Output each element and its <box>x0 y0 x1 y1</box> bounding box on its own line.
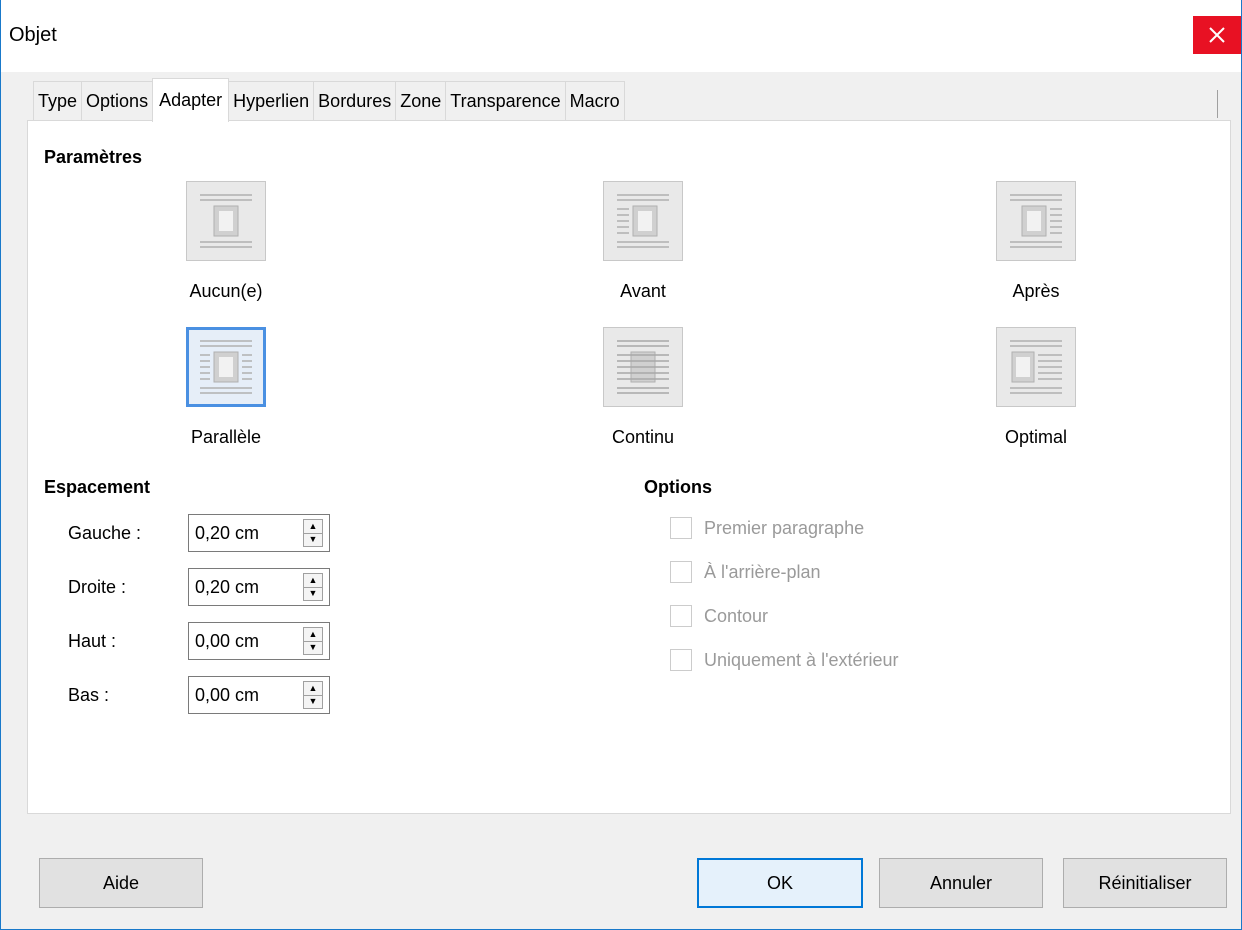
wrap-parallel-button[interactable] <box>186 327 266 407</box>
options-title: Options <box>644 477 712 497</box>
spacing-right-stepper[interactable]: ▲ ▼ <box>303 573 323 601</box>
tab-options[interactable]: Options <box>81 81 154 121</box>
wrap-before[interactable]: Avant <box>543 181 743 302</box>
tab-scroll-handle[interactable] <box>1217 90 1231 118</box>
wrap-parallel-label: Parallèle <box>190 427 262 447</box>
window-title: Objet <box>9 24 57 46</box>
tab-macro[interactable]: Macro <box>564 81 625 121</box>
wrap-optimal-button[interactable] <box>996 327 1076 407</box>
wrap-before-icon <box>617 194 669 248</box>
wrap-none-label: Aucun(e) <box>189 281 263 301</box>
wrap-before-label: Avant <box>620 281 666 301</box>
wrap-optimal[interactable]: Optimal <box>936 327 1136 448</box>
wrap-none-button[interactable] <box>186 181 266 261</box>
spin-down-icon[interactable]: ▼ <box>304 534 322 547</box>
tab-bordures[interactable]: Bordures <box>313 81 397 121</box>
wrap-none-icon <box>200 194 252 248</box>
tab-type[interactable]: Type <box>33 81 83 121</box>
checkbox-background[interactable] <box>670 561 692 583</box>
spacing-right-row: Droite : 0,20 cm ▲ ▼ <box>68 567 330 607</box>
spin-up-icon[interactable]: ▲ <box>304 682 322 696</box>
spin-down-icon[interactable]: ▼ <box>304 696 322 709</box>
spin-down-icon[interactable]: ▼ <box>304 588 322 601</box>
spacing-top-row: Haut : 0,00 cm ▲ ▼ <box>68 621 330 661</box>
wrap-after-label: Après <box>1012 281 1060 301</box>
wrap-none[interactable]: Aucun(e) <box>126 181 326 302</box>
spacing-left-value[interactable]: 0,20 cm <box>195 523 259 544</box>
spacing-right-value[interactable]: 0,20 cm <box>195 577 259 598</box>
option-background[interactable]: À l'arrière-plan <box>670 561 820 583</box>
option-contour-label: Contour <box>704 605 769 626</box>
close-button[interactable] <box>1193 16 1241 54</box>
tab-zone[interactable]: Zone <box>395 81 447 121</box>
option-background-label: À l'arrière-plan <box>704 561 821 582</box>
option-outside-only-label: Uniquement à l'extérieur <box>704 649 899 670</box>
spacing-bottom-value[interactable]: 0,00 cm <box>195 685 259 706</box>
spacing-right-input[interactable]: 0,20 cm ▲ ▼ <box>188 568 330 606</box>
spacing-top-label: Haut : <box>68 630 117 651</box>
spin-up-icon[interactable]: ▲ <box>304 628 322 642</box>
spacing-right-label: Droite : <box>68 576 127 597</box>
spacing-top-input[interactable]: 0,00 cm ▲ ▼ <box>188 622 330 660</box>
option-first-paragraph[interactable]: Premier paragraphe <box>670 517 864 539</box>
spacing-bottom-stepper[interactable]: ▲ ▼ <box>303 681 323 709</box>
ok-button[interactable]: OK <box>697 858 863 908</box>
wrap-optimal-label: Optimal <box>1004 427 1067 447</box>
close-icon <box>1209 27 1225 43</box>
tab-adapter[interactable]: Adapter <box>152 78 230 122</box>
adapter-panel: Paramètres Aucun(e) Avant Après Parallèl… <box>27 120 1231 814</box>
cancel-button[interactable]: Annuler <box>879 858 1043 908</box>
spacing-top-stepper[interactable]: ▲ ▼ <box>303 627 323 655</box>
option-contour[interactable]: Contour <box>670 605 768 627</box>
wrap-through-label: Continu <box>611 427 675 447</box>
wrap-after-icon <box>1010 194 1062 248</box>
wrap-parallel-icon <box>200 340 252 394</box>
option-outside-only[interactable]: Uniquement à l'extérieur <box>670 649 899 671</box>
spacing-left-stepper[interactable]: ▲ ▼ <box>303 519 323 547</box>
spacing-left-label: Gauche : <box>68 522 142 543</box>
wrap-through-icon <box>617 340 669 394</box>
wrap-after[interactable]: Après <box>936 181 1136 302</box>
spacing-left-input[interactable]: 0,20 cm ▲ ▼ <box>188 514 330 552</box>
wrap-through-button[interactable] <box>603 327 683 407</box>
wrap-after-button[interactable] <box>996 181 1076 261</box>
spacing-left-row: Gauche : 0,20 cm ▲ ▼ <box>68 513 330 553</box>
spin-up-icon[interactable]: ▲ <box>304 520 322 534</box>
wrap-optimal-icon <box>1010 340 1062 394</box>
tab-bar: Type Options Adapter Hyperlien Bordures … <box>33 78 625 122</box>
title-bar: Objet <box>1 0 1241 72</box>
checkbox-outside-only[interactable] <box>670 649 692 671</box>
wrap-parallel[interactable]: Parallèle <box>126 327 326 448</box>
spacing-top-value[interactable]: 0,00 cm <box>195 631 259 652</box>
wrap-through[interactable]: Continu <box>543 327 743 448</box>
spacing-bottom-input[interactable]: 0,00 cm ▲ ▼ <box>188 676 330 714</box>
checkbox-contour[interactable] <box>670 605 692 627</box>
wrap-before-button[interactable] <box>603 181 683 261</box>
checkbox-first-paragraph[interactable] <box>670 517 692 539</box>
espacement-title: Espacement <box>44 477 151 497</box>
help-button[interactable]: Aide <box>39 858 203 908</box>
parametres-title: Paramètres <box>44 147 143 167</box>
spacing-bottom-label: Bas : <box>68 684 110 705</box>
option-first-paragraph-label: Premier paragraphe <box>704 517 865 538</box>
dialog-window: Objet Type Options Adapter Hyperlien Bor… <box>0 0 1242 930</box>
tab-transparence[interactable]: Transparence <box>445 81 566 121</box>
spacing-bottom-row: Bas : 0,00 cm ▲ ▼ <box>68 675 330 715</box>
spin-up-icon[interactable]: ▲ <box>304 574 322 588</box>
tab-hyperlien[interactable]: Hyperlien <box>228 81 315 121</box>
reset-button[interactable]: Réinitialiser <box>1063 858 1227 908</box>
spin-down-icon[interactable]: ▼ <box>304 642 322 655</box>
